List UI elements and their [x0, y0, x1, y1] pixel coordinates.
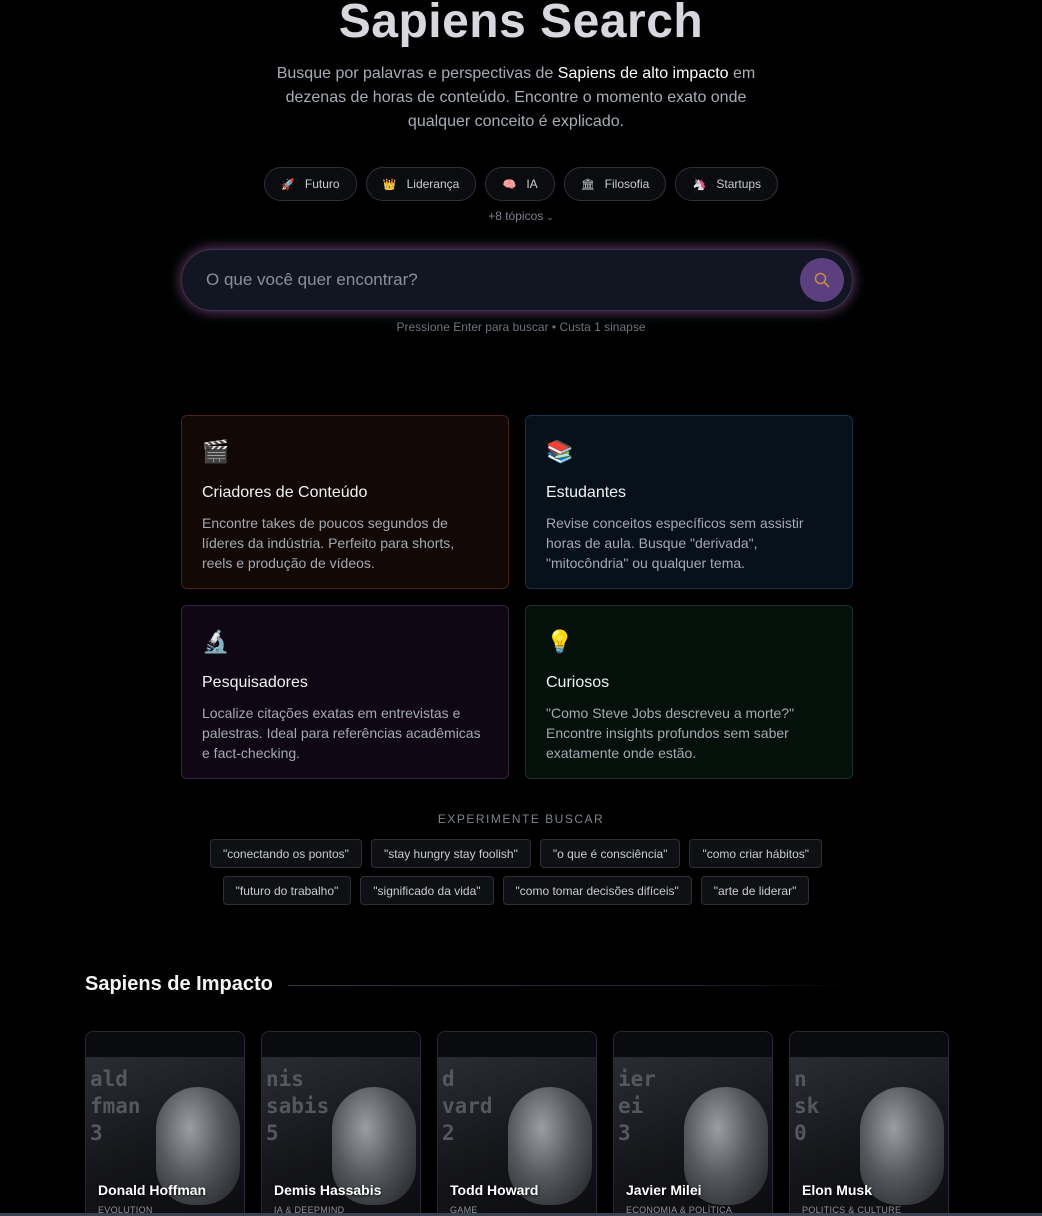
suggestion-chip[interactable]: "significado da vida"	[360, 876, 494, 905]
hero-subtitle: Busque por palavras e perspectivas de Sa…	[260, 62, 772, 134]
hero-subtitle-highlight: Sapiens de alto impacto	[557, 65, 729, 82]
suggestion-chip[interactable]: "o que é consciência"	[539, 839, 681, 868]
topic-chip-ia[interactable]: 🧠 IA	[485, 167, 555, 201]
suggestion-chip[interactable]: "arte de liderar"	[700, 876, 810, 905]
topic-chip-lideranca[interactable]: 👑 Liderança	[365, 167, 477, 201]
person-card-donald-hoffman[interactable]: ald fman 3 Donald Hoffman EVOLUTION	[85, 1031, 245, 1216]
page-title: Sapiens Search	[338, 0, 704, 48]
person-name: Demis Hassabis	[274, 1182, 382, 1198]
person-name: Elon Musk	[802, 1182, 873, 1198]
try-search-title: EXPERIMENTE BUSCAR	[437, 812, 605, 826]
suggestion-row: "futuro do trabalho" "significado da vid…	[150, 876, 882, 905]
card-title: Estudantes	[546, 484, 627, 501]
card-description: "Como Steve Jobs descreveu a morte?" Enc…	[546, 705, 795, 761]
unicorn-icon: 🦄	[692, 178, 707, 191]
section-divider	[288, 985, 858, 986]
rocket-icon: 🚀	[281, 178, 295, 191]
card-title: Criadores de Conteúdo	[202, 484, 368, 501]
person-card-elon-musk[interactable]: n sk 0 Elon Musk POLITICS & CULTURE	[789, 1031, 949, 1216]
topic-label: Liderança	[406, 177, 460, 191]
portrait-backdrop-text: d vard 2	[442, 1067, 493, 1145]
card-title: Curiosos	[546, 674, 610, 691]
person-card-demis-hassabis[interactable]: nis sabis 5 Demis Hassabis IA & DEEPMIND	[261, 1031, 421, 1216]
suggestion-row: "conectando os pontos" "stay hungry stay…	[150, 839, 882, 868]
search-hint: Pressione Enter para buscar • Custa 1 si…	[396, 320, 646, 334]
person-name: Donald Hoffman	[98, 1182, 207, 1198]
suggestion-chip[interactable]: "como tomar decisões difíceis"	[502, 876, 692, 905]
card-description: Revise conceitos específicos sem assisti…	[546, 515, 804, 571]
topic-chip-futuro[interactable]: 🚀 Futuro	[263, 167, 357, 201]
search-button[interactable]	[800, 258, 844, 302]
card-description: Encontre takes de poucos segundos de líd…	[202, 515, 455, 571]
portrait-face	[860, 1087, 944, 1205]
person-name: Todd Howard	[450, 1182, 539, 1198]
search-bar	[181, 249, 853, 311]
search-input[interactable]	[206, 250, 786, 310]
portrait-backdrop-text: ier ei 3	[618, 1067, 656, 1145]
suggestion-chip[interactable]: "stay hungry stay foolish"	[370, 839, 531, 868]
topic-label: Filosofia	[604, 177, 650, 191]
topic-list: 🚀 Futuro 👑 Liderança 🧠 IA 🏛 Filosofia 🦄 Start…	[0, 167, 1042, 201]
card-title: Pesquisadores	[202, 674, 308, 691]
topic-chip-startups[interactable]: 🦄 Startups	[675, 167, 779, 201]
topic-label: Startups	[716, 177, 762, 191]
card-criadores: 🎬 Criadores de Conteúdo Encontre takes d…	[181, 415, 509, 589]
books-icon: 📚	[546, 439, 574, 464]
person-card-todd-howard[interactable]: d vard 2 Todd Howard GAME	[437, 1031, 597, 1216]
crown-icon: 👑	[382, 178, 397, 191]
clapper-board-icon: 🎬	[202, 439, 230, 464]
search-icon	[814, 272, 830, 288]
classical-building-icon: 🏛	[580, 178, 595, 191]
more-topics-toggle[interactable]: +8 tópicos ⌄	[0, 209, 1042, 223]
portrait-backdrop-text: nis sabis 5	[266, 1067, 330, 1145]
topic-chip-filosofia[interactable]: 🏛 Filosofia	[563, 167, 667, 201]
portrait-backdrop-text: ald fman 3	[90, 1067, 141, 1145]
brain-icon: 🧠	[502, 178, 517, 191]
card-curiosos: 💡 Curiosos "Como Steve Jobs descreveu a …	[525, 605, 853, 779]
microscope-icon: 🔬	[202, 629, 230, 654]
more-topics-label: +8 tópicos	[488, 209, 544, 223]
suggestion-chip[interactable]: "futuro do trabalho"	[222, 876, 352, 905]
topic-label: Futuro	[304, 177, 340, 191]
light-bulb-icon: 💡	[546, 629, 574, 654]
portrait-backdrop-text: n sk 0	[794, 1067, 820, 1145]
hero-subtitle-pre: Busque por palavras e perspectivas de	[276, 65, 558, 82]
suggestion-chip[interactable]: "conectando os pontos"	[209, 839, 362, 868]
card-description: Localize citações exatas em entrevistas …	[202, 705, 481, 761]
topic-label: IA	[526, 177, 538, 191]
card-pesquisadores: 🔬 Pesquisadores Localize citações exatas…	[181, 605, 509, 779]
chevron-down-icon: ⌄	[546, 212, 554, 222]
section-title: Sapiens de Impacto	[85, 973, 273, 995]
person-card-javier-milei[interactable]: ier ei 3 Javier Milei ECONOMIA & POLÍTIC…	[613, 1031, 773, 1216]
suggestion-chip[interactable]: "como criar hábitos"	[689, 839, 823, 868]
card-estudantes: 📚 Estudantes Revise conceitos específico…	[525, 415, 853, 589]
person-name: Javier Milei	[626, 1182, 702, 1198]
